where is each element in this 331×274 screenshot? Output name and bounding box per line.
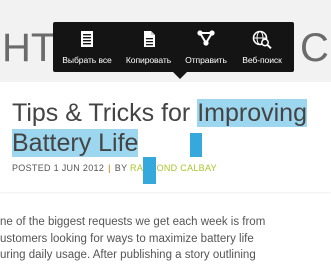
title-plain-text: Tips & Tricks for bbox=[12, 99, 198, 127]
copy-icon bbox=[141, 30, 157, 53]
article-meta: POSTED 1 JUN 2012 | BY RAYMOND CALBAY bbox=[12, 163, 217, 173]
select-all-button[interactable]: Выбрать все bbox=[56, 22, 118, 72]
web-search-icon bbox=[252, 30, 272, 54]
copy-label: Копировать bbox=[125, 55, 172, 65]
web-search-label: Веб-поиск bbox=[242, 55, 282, 65]
meta-separator: | bbox=[108, 163, 111, 173]
browser-page: НТ C Tips & Tricks for Improving Battery… bbox=[0, 0, 331, 274]
copy-button[interactable]: Копировать bbox=[118, 22, 179, 72]
meta-by: BY bbox=[114, 163, 131, 173]
title-selected-text-2[interactable]: Battery Life bbox=[12, 129, 139, 157]
body-line: ne of the biggest requests we get each w… bbox=[0, 216, 266, 228]
share-button[interactable]: Отправить bbox=[179, 22, 233, 72]
body-line: ustomers looking for ways to maximize ba… bbox=[0, 232, 254, 245]
title-selected-text[interactable]: Improving bbox=[197, 99, 307, 127]
posted-date: POSTED 1 JUN 2012 bbox=[12, 163, 105, 173]
selection-start-handle[interactable] bbox=[143, 157, 156, 184]
share-icon bbox=[197, 30, 215, 51]
select-all-label: Выбрать все bbox=[62, 55, 112, 65]
site-logo-text: НТ bbox=[2, 26, 56, 70]
web-search-button[interactable]: Веб-поиск bbox=[233, 22, 291, 72]
site-logo[interactable]: НТ C bbox=[2, 26, 329, 70]
select-all-icon bbox=[80, 30, 94, 53]
article-title-line-1[interactable]: Tips & Tricks for Improving bbox=[12, 98, 307, 128]
body-line: uring daily usage. After publishing a st… bbox=[0, 249, 256, 261]
text-selection-toolbar: Выбрать все Копировать Отправить Веб-пои… bbox=[53, 22, 294, 79]
site-logo-tail: C bbox=[300, 26, 329, 70]
share-label: Отправить bbox=[185, 55, 227, 65]
selection-end-handle[interactable] bbox=[190, 133, 202, 157]
article-title-line-2[interactable]: Battery Life bbox=[12, 128, 139, 158]
article-body: ne of the biggest requests we get each w… bbox=[0, 214, 331, 264]
